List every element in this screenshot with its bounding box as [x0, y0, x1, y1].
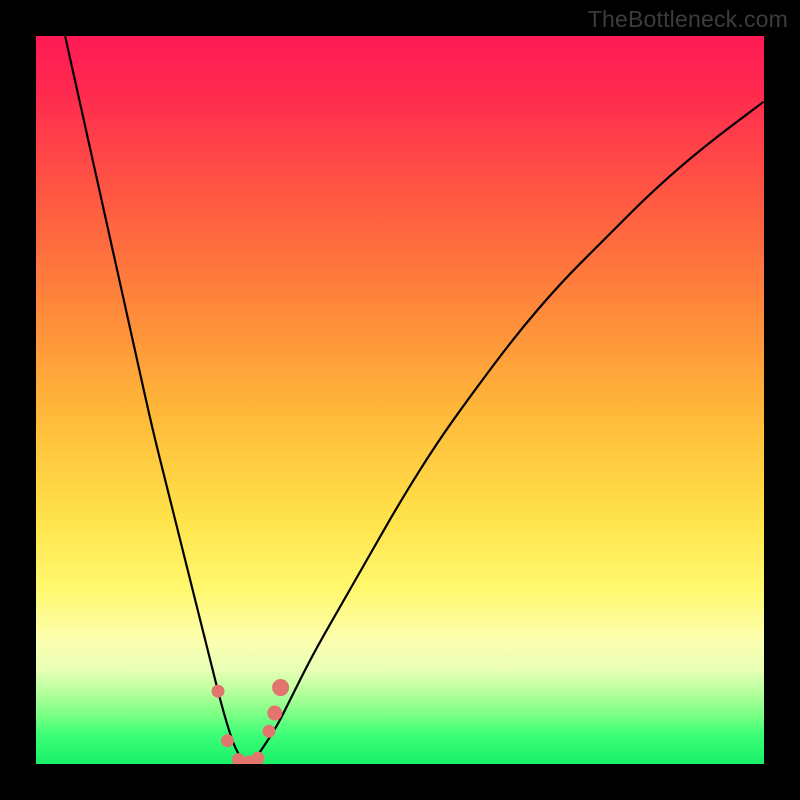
- plot-area: [36, 36, 764, 764]
- curve-marker: [268, 706, 282, 720]
- curve-marker: [273, 680, 289, 696]
- curve-marker: [263, 725, 275, 737]
- curve-group: [65, 36, 764, 764]
- chart-frame: TheBottleneck.com: [0, 0, 800, 800]
- curve-svg: [36, 36, 764, 764]
- curve-markers: [212, 680, 289, 764]
- curve-marker: [212, 685, 224, 697]
- bottleneck-curve: [65, 36, 764, 763]
- watermark-text: TheBottleneck.com: [588, 6, 788, 33]
- curve-marker: [232, 754, 244, 764]
- curve-marker: [252, 752, 264, 764]
- curve-marker: [221, 735, 233, 747]
